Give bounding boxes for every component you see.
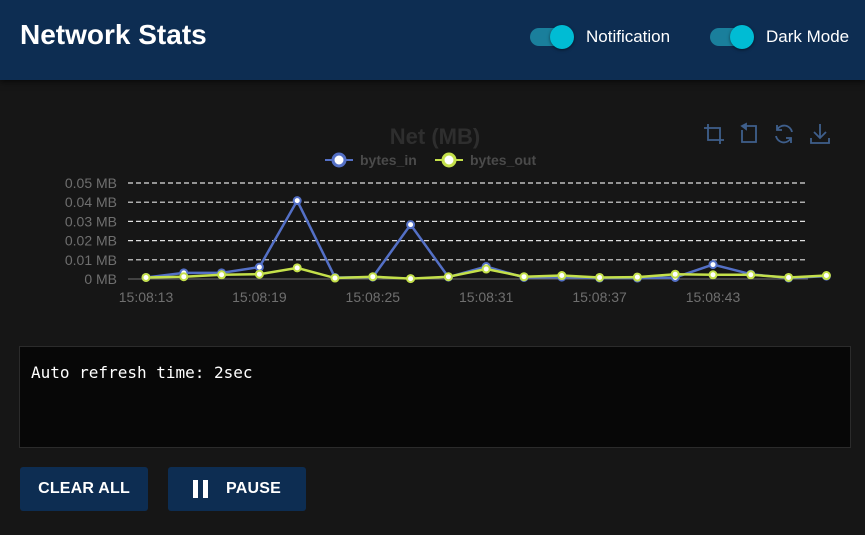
data-point-bytes_out bbox=[254, 269, 264, 279]
dark-mode-toggle[interactable]: Dark Mode bbox=[710, 25, 849, 49]
zoom-reset-icon[interactable] bbox=[740, 122, 757, 143]
pause-icon bbox=[193, 480, 209, 498]
app-header: Network Stats Notification Dark Mode bbox=[0, 0, 865, 80]
x-tick-label: 15:08:37 bbox=[572, 289, 627, 305]
data-point-bytes_out bbox=[217, 270, 227, 280]
data-point-bytes_out bbox=[557, 271, 567, 281]
notification-switch-knob[interactable] bbox=[550, 25, 574, 49]
legend-label-bytes_out: bytes_out bbox=[470, 152, 536, 168]
data-point-bytes_out bbox=[519, 272, 529, 282]
x-tick-label: 15:08:25 bbox=[346, 289, 401, 305]
x-tick-label: 15:08:13 bbox=[119, 289, 174, 305]
notification-toggle[interactable]: Notification bbox=[530, 25, 670, 49]
log-text: Auto refresh time: 2sec bbox=[31, 363, 253, 382]
chart-panel: Net (MB) bytes_in bytes_out 0 MB 0.01 MB 0.02… bbox=[0, 88, 865, 328]
data-point-bytes_out bbox=[330, 273, 340, 283]
y-tick-label: 0.05 MB bbox=[65, 175, 117, 191]
dark-mode-label: Dark Mode bbox=[766, 27, 850, 46]
legend-marker-bytes_out bbox=[441, 152, 457, 168]
data-point-bytes_out bbox=[632, 272, 642, 282]
notification-label: Notification bbox=[586, 27, 671, 46]
clear-all-button[interactable]: CLEAR ALL bbox=[20, 467, 148, 511]
legend-label-bytes_in: bytes_in bbox=[360, 152, 417, 168]
y-tick-label: 0 MB bbox=[84, 271, 117, 287]
log-box: Auto refresh time: 2sec bbox=[19, 346, 851, 448]
legend-marker-bytes_in bbox=[331, 152, 347, 168]
data-point-bytes_out bbox=[821, 271, 831, 281]
x-tick-label: 15:08:31 bbox=[459, 289, 514, 305]
zoom-icon[interactable] bbox=[704, 124, 724, 144]
x-tick-label: 15:08:43 bbox=[686, 289, 741, 305]
data-point-bytes_out bbox=[443, 272, 453, 282]
y-tick-label: 0.02 MB bbox=[65, 233, 117, 249]
data-point-bytes_in bbox=[708, 260, 718, 270]
data-point-bytes_out bbox=[141, 272, 151, 282]
dark-mode-switch-track[interactable] bbox=[710, 25, 754, 49]
data-point-bytes_out bbox=[784, 272, 794, 282]
x-tick-label: 15:08:19 bbox=[232, 289, 287, 305]
data-point-bytes_in bbox=[292, 196, 302, 206]
restore-icon[interactable] bbox=[775, 124, 793, 144]
y-tick-label: 0.04 MB bbox=[65, 194, 117, 210]
data-point-bytes_out bbox=[406, 274, 416, 284]
pause-button[interactable]: PAUSE bbox=[168, 467, 306, 511]
data-point-bytes_out bbox=[481, 264, 491, 274]
y-tick-label: 0.01 MB bbox=[65, 252, 117, 268]
data-point-bytes_out bbox=[670, 269, 680, 279]
clear-all-label: CLEAR ALL bbox=[38, 480, 130, 497]
y-tick-label: 0.03 MB bbox=[65, 213, 117, 229]
notification-switch-track[interactable] bbox=[530, 25, 574, 49]
app-root: Network Stats Notification Dark Mode Net… bbox=[0, 0, 865, 535]
download-icon[interactable] bbox=[810, 124, 830, 144]
chart-title: Net (MB) bbox=[390, 124, 480, 149]
network-chart: Net (MB) bytes_in bytes_out 0 MB 0.01 MB 0.02… bbox=[65, 122, 831, 305]
pause-label: PAUSE bbox=[226, 480, 281, 497]
dark-mode-switch-knob[interactable] bbox=[730, 25, 754, 49]
data-point-bytes_in bbox=[406, 220, 416, 230]
data-point-bytes_out bbox=[368, 272, 378, 282]
data-point-bytes_in bbox=[254, 262, 264, 272]
data-point-bytes_out bbox=[595, 272, 605, 282]
data-point-bytes_out bbox=[708, 270, 718, 280]
data-point-bytes_out bbox=[292, 263, 302, 273]
data-point-bytes_out bbox=[746, 270, 756, 280]
page-title: Network Stats bbox=[20, 19, 207, 50]
data-point-bytes_out bbox=[179, 272, 189, 282]
